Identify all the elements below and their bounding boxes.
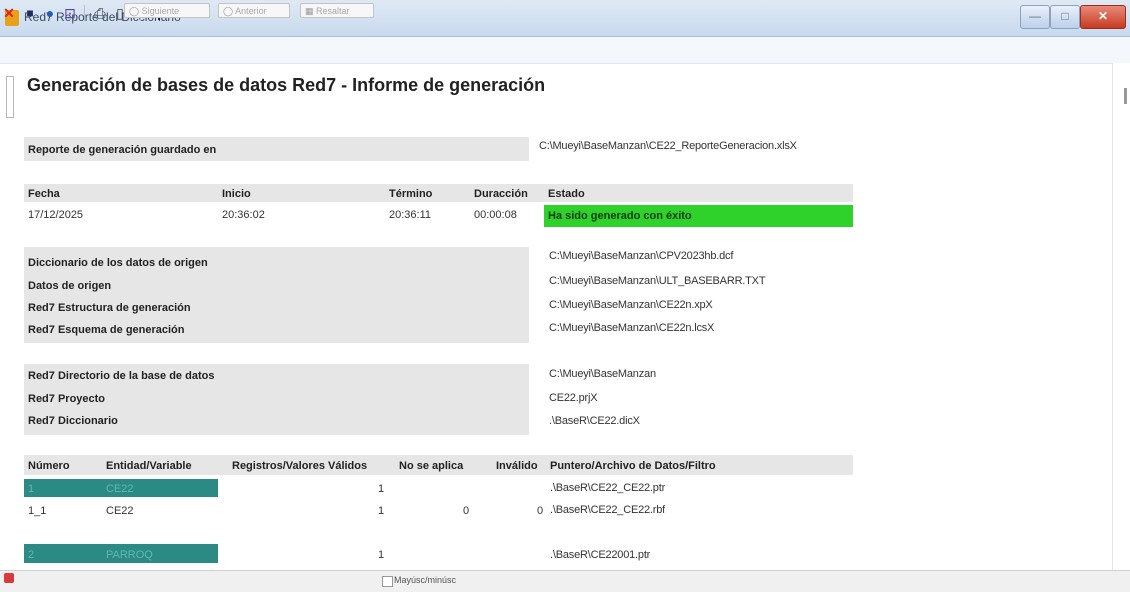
match-case-checkbox[interactable] (382, 576, 393, 587)
project-label-0: Red7 Directorio de la base de datos (28, 370, 215, 382)
entity-invalido: 0 (537, 505, 544, 517)
scrollbar-thumb[interactable] (1124, 88, 1127, 104)
entity-puntero: .\BaseR\CE22_CE22.ptr (550, 482, 666, 494)
close-icon[interactable]: ✕ (2, 4, 16, 22)
entity-nombre: CE22 (106, 483, 134, 495)
entity-nombre: PARROQ (106, 549, 153, 561)
value-duracion: 00:00:08 (474, 209, 517, 221)
entity-nombre: CE22 (106, 505, 134, 517)
source-value-3: C:\Mueyi\BaseManzan\CE22n.lcsX (549, 322, 715, 334)
saved-path: C:\Mueyi\BaseManzan\CE22_ReporteGeneraci… (539, 140, 797, 152)
header-entidad: Entidad/Variable (106, 460, 192, 472)
header-duracion: Duracción (474, 188, 528, 200)
find-next-label: Siguiente (141, 6, 180, 16)
find-next-button[interactable]: ◯ Siguiente (124, 3, 210, 18)
header-inicio: Inicio (222, 188, 251, 200)
find-prev-button[interactable]: ◯ Anterior (218, 3, 290, 18)
value-fecha: 17/12/2025 (28, 209, 84, 221)
entity-registros: 1 (378, 549, 385, 561)
header-puntero: Puntero/Archivo de Datos/Filtro (550, 460, 716, 472)
entity-noaplica: 0 (463, 505, 470, 517)
highlight-label: Resaltar (316, 6, 350, 16)
header-registros: Registros/Valores Válidos (232, 460, 368, 472)
entity-numero: 1_1 (28, 505, 47, 517)
minimize-button[interactable]: — (1020, 5, 1050, 29)
vertical-scrollbar[interactable] (1112, 63, 1130, 570)
report-title: Generación de bases de datos Red7 - Info… (27, 75, 546, 95)
toolbar (0, 37, 1130, 64)
find-input[interactable] (16, 573, 116, 586)
header-invalido: Inválido (496, 460, 538, 472)
header-estado: Estado (548, 188, 585, 200)
highlight-button[interactable]: ▦ Resaltar (300, 3, 374, 18)
entity-puntero: .\BaseR\CE22_CE22.rbf (550, 504, 666, 516)
find-prev-label: Anterior (235, 6, 267, 16)
saved-label: Reporte de generación guardado en (28, 144, 217, 156)
source-label-0: Diccionario de los datos de origen (28, 257, 208, 269)
source-label-3: Red7 Esquema de generación (28, 324, 185, 336)
project-value-0: C:\Mueyi\BaseManzan (549, 368, 656, 380)
value-inicio: 20:36:02 (222, 209, 265, 221)
match-case-label: Mayúsc/minúsc (394, 575, 457, 585)
source-value-0: C:\Mueyi\BaseManzan\CPV2023hb.dcf (549, 250, 734, 262)
find-bar (0, 570, 1130, 592)
maximize-button[interactable]: □ (1050, 5, 1080, 29)
toolbar-separator (84, 5, 85, 21)
caret-marker (6, 76, 14, 118)
project-label-1: Red7 Proyecto (28, 393, 106, 405)
source-label-2: Red7 Estructura de generación (28, 302, 191, 314)
entity-registros: 1 (378, 505, 385, 517)
source-label-1: Datos de origen (28, 280, 112, 292)
print-icon[interactable]: ⎙ (92, 4, 108, 22)
header-numero: Número (28, 460, 70, 472)
entity-puntero: .\BaseR\CE22001.ptr (550, 549, 651, 561)
value-termino: 20:36:11 (389, 209, 432, 221)
project-label-2: Red7 Diccionario (28, 415, 118, 427)
entity-numero: 1 (28, 483, 35, 495)
save-icon[interactable]: ■ (22, 4, 38, 22)
header-noaplica: No se aplica (399, 460, 464, 472)
source-value-1: C:\Mueyi\BaseManzan\ULT_BASEBARR.TXT (549, 275, 766, 287)
project-value-1: CE22.prjX (549, 392, 598, 404)
close-window-button[interactable]: ✕ (1080, 5, 1126, 29)
timing-header-row (24, 184, 853, 202)
project-value-2: .\BaseR\CE22.dicX (549, 415, 640, 427)
entity-registros: 1 (378, 483, 385, 495)
header-termino: Término (389, 188, 433, 200)
export-icon[interactable]: ⊡ (62, 4, 78, 22)
stop-icon[interactable] (4, 573, 14, 583)
entity-numero: 2 (28, 549, 35, 561)
status-text: Ha sido generado con éxito (548, 210, 692, 222)
globe-icon[interactable]: ● (42, 4, 58, 22)
header-fecha: Fecha (28, 188, 60, 200)
source-value-2: C:\Mueyi\BaseManzan\CE22n.xpX (549, 299, 713, 311)
